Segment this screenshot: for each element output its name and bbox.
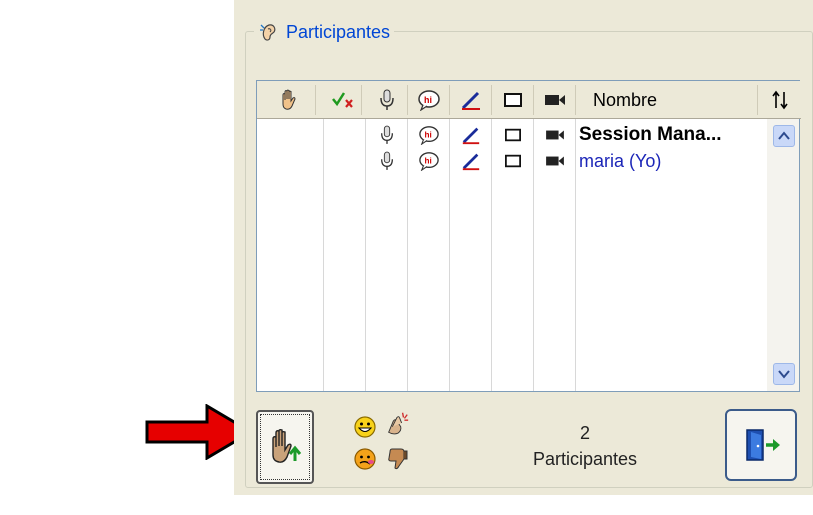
video-camera-icon — [546, 156, 564, 166]
participant-count-number: 2 — [579, 423, 590, 443]
table-row[interactable]: hi maria (Yo) — [257, 149, 763, 173]
microphone-icon — [381, 151, 393, 170]
svg-text:hi: hi — [424, 95, 432, 105]
participants-list[interactable]: hi Nombre hi Session Mana... hi maria (Y… — [256, 80, 801, 392]
scroll-down-button[interactable] — [773, 363, 795, 385]
chat-icon: hi — [418, 90, 440, 111]
applause-button[interactable] — [384, 410, 410, 436]
exit-door-icon — [746, 429, 780, 461]
participant-count: 2 Participantes — [490, 420, 680, 472]
pen-icon — [461, 91, 480, 110]
exit-session-button[interactable] — [725, 409, 797, 481]
sort-icon — [772, 90, 788, 110]
svg-text:hi: hi — [424, 157, 431, 166]
participant-name: maria (Yo) — [579, 150, 662, 171]
chat-column-header[interactable]: hi — [409, 81, 449, 119]
table-row[interactable]: hi Session Mana... — [257, 123, 763, 147]
chevron-up-icon — [778, 131, 790, 140]
raise-hand-icon — [272, 428, 302, 463]
microphone-column-header[interactable] — [367, 81, 407, 119]
video-camera-icon — [545, 95, 565, 105]
chevron-down-icon — [778, 370, 790, 379]
raise-hand-icon — [282, 89, 296, 110]
ear-icon — [260, 24, 276, 41]
smiley-icon — [354, 416, 376, 438]
panel-title: Participantes — [286, 21, 391, 42]
list-header: hi Nombre — [257, 81, 801, 119]
raise-hand-column-header[interactable] — [269, 81, 309, 119]
whiteboard-icon — [505, 154, 521, 168]
pen-icon — [462, 153, 480, 171]
raise-hand-button[interactable] — [256, 410, 314, 484]
pen-column-header[interactable] — [451, 81, 491, 119]
groupbox-legend: Participantes — [254, 18, 395, 46]
applause-icon — [388, 412, 409, 435]
approve-column-header[interactable] — [323, 81, 363, 119]
pen-icon — [462, 127, 480, 145]
name-header-label: Nombre — [593, 89, 658, 110]
video-column-header[interactable] — [535, 81, 575, 119]
scroll-up-button[interactable] — [773, 125, 795, 147]
vertical-scrollbar[interactable] — [767, 119, 799, 391]
check-cross-icon — [332, 92, 353, 108]
smiley-button[interactable] — [352, 414, 378, 440]
participant-name: Session Mana... — [579, 124, 722, 145]
name-column-header[interactable]: Nombre — [579, 81, 729, 119]
whiteboard-column-header[interactable] — [493, 81, 533, 119]
microphone-icon — [380, 89, 394, 110]
svg-text:hi: hi — [424, 131, 431, 140]
chat-icon: hi — [419, 152, 439, 171]
thumbs-down-button[interactable] — [384, 446, 410, 472]
whiteboard-icon — [505, 128, 521, 142]
thumbs-down-icon — [388, 448, 408, 470]
microphone-icon — [381, 125, 393, 144]
whiteboard-icon — [504, 93, 522, 107]
confused-button[interactable] — [352, 446, 378, 472]
participant-count-label: Participantes — [532, 449, 638, 469]
confused-face-icon — [354, 448, 376, 470]
video-camera-icon — [546, 130, 564, 140]
chat-icon: hi — [419, 126, 439, 145]
sort-button[interactable] — [761, 81, 799, 119]
